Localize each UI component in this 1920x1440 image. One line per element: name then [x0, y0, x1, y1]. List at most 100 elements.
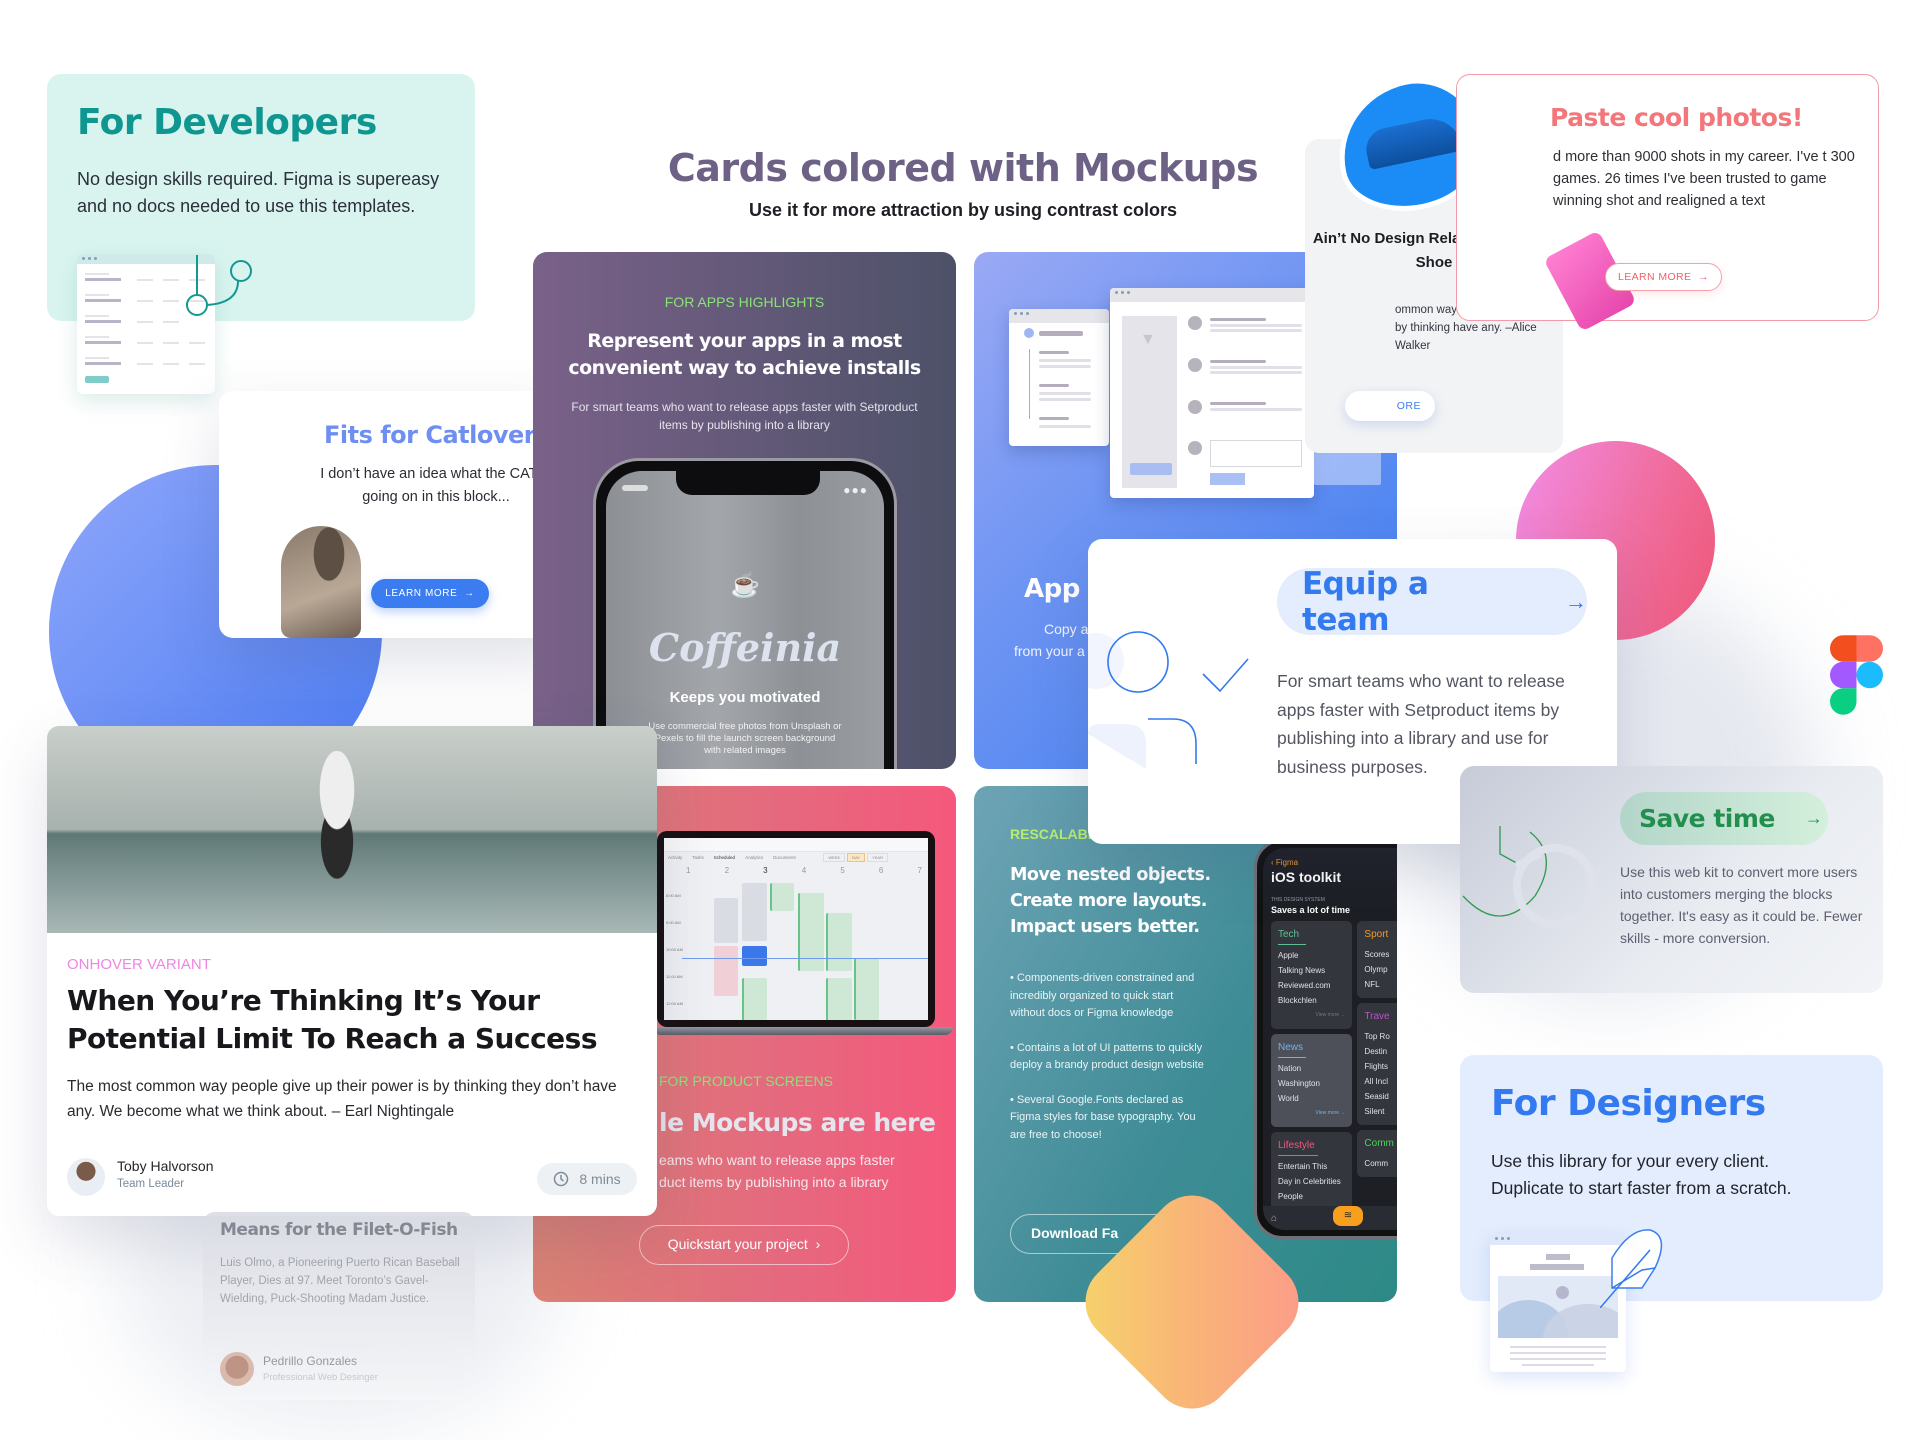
- calendar-event[interactable]: [714, 898, 738, 943]
- phone-notch: [676, 471, 820, 495]
- read-time-badge: 8 mins: [537, 1163, 637, 1195]
- page-title: Cards colored with Mockups: [667, 146, 1259, 190]
- tile-travel[interactable]: Trave Top Ro Destin Flights All Incl Seasid Si…: [1357, 1003, 1397, 1125]
- photos-learn-more-button[interactable]: LEARN MORE →: [1605, 263, 1722, 291]
- view-week[interactable]: WEEK: [823, 853, 846, 862]
- cat-photo: [281, 526, 361, 638]
- rescalable-heading: Move nested objects. Create more layouts…: [1010, 865, 1211, 937]
- apps-heading: Represent your apps in a most convenient…: [568, 330, 921, 379]
- author-name: Pedrillo Gonzales: [263, 1354, 358, 1368]
- phone-mockup: ●●● ☕ Coffeinia Keeps you motivated Use …: [593, 458, 897, 769]
- layers-icon[interactable]: ≋: [1333, 1206, 1363, 1226]
- article-description: The most common way people give up their…: [67, 1078, 617, 1120]
- view-more-link[interactable]: View more →: [1278, 1106, 1346, 1121]
- button-label: Download Fa: [1031, 1225, 1119, 1241]
- calendar-event[interactable]: [742, 978, 767, 1020]
- comment-input[interactable]: [1210, 440, 1302, 467]
- tile-lifestyle[interactable]: Lifestyle Entertain This Day in Celebriti…: [1271, 1132, 1353, 1210]
- designers-description-1: Use this library for your every client.: [1491, 1151, 1770, 1171]
- article-card[interactable]: ONHOVER VARIANT When You’re Thinking It’…: [47, 726, 657, 1216]
- calendar-event[interactable]: [714, 946, 738, 996]
- shoe-learn-more-button[interactable]: ORE: [1345, 391, 1435, 421]
- tile-tech[interactable]: Tech Apple Talking News Reviewed.com Blockc…: [1271, 921, 1353, 1029]
- product-description-1: eams who want to release apps faster: [659, 1152, 895, 1168]
- calendar-event[interactable]: [826, 978, 852, 1020]
- sneaker-icon: [1362, 113, 1464, 171]
- calendar-tabs: Activity Tasks Scheduled Analytics Docum…: [668, 855, 796, 860]
- bullet-item: • Components-driven constrained and incr…: [1010, 972, 1195, 1019]
- ios-kicker: THIS DESIGN SYSTEM: [1271, 897, 1325, 903]
- page-subtitle: Use it for more attraction by using cont…: [748, 200, 1178, 220]
- send-button[interactable]: [1210, 473, 1245, 485]
- arrow-right-icon: →: [1565, 588, 1587, 614]
- arrow-right-icon: →: [1691, 271, 1709, 283]
- tile-sport[interactable]: Sport Scores Olymp NFL: [1357, 921, 1397, 998]
- button-label: LEARN MORE: [385, 588, 458, 599]
- designers-title: For Designers: [1491, 1083, 1766, 1124]
- arrow-right-icon: →: [1804, 808, 1823, 828]
- arrow-right-icon: →: [460, 588, 475, 599]
- user-avatar-icon: [1188, 358, 1202, 372]
- calendar-days: 1234567: [686, 866, 922, 875]
- team-check-icon: [1088, 631, 1249, 769]
- calendar-event-selected[interactable]: [742, 946, 767, 966]
- author-avatar: [220, 1352, 254, 1386]
- save-description: Use this web kit to convert more users i…: [1620, 864, 1863, 946]
- view-more-link[interactable]: View more →: [1278, 1008, 1346, 1023]
- save-time-card: Save time → Use this web kit to convert …: [1460, 766, 1883, 993]
- author-avatar: [67, 1158, 105, 1196]
- read-time: 8 mins: [579, 1171, 621, 1187]
- apply-button[interactable]: [1130, 463, 1172, 475]
- product-description-2: duct items by publishing into a library: [659, 1174, 889, 1190]
- jumping-person: [297, 751, 377, 881]
- author-role: Professional Web Desinger: [263, 1372, 378, 1383]
- filter-panel: ▼: [1122, 316, 1177, 488]
- product-heading: le Mockups are here: [659, 1108, 936, 1137]
- home-icon[interactable]: ⌂: [1271, 1213, 1277, 1224]
- rescalable-bullets: • Components-driven constrained and incr…: [1010, 970, 1210, 1144]
- tab-analytics[interactable]: Analytics: [745, 855, 763, 860]
- bullet-item: • Contains a lot of UI patterns to quick…: [1010, 1041, 1204, 1072]
- author-role: Team Leader: [117, 1178, 185, 1190]
- calendar-event[interactable]: [742, 883, 767, 941]
- app-tagline: Keeps you motivated: [669, 689, 821, 706]
- view-day[interactable]: DAY: [847, 853, 866, 862]
- view-year[interactable]: YEAR: [867, 853, 888, 862]
- save-time-button[interactable]: Save time →: [1620, 792, 1828, 845]
- app-ui-description-2: from your a: [1014, 643, 1085, 659]
- catlovers-card: Fits for Catlovers I don’t have an idea …: [219, 391, 564, 638]
- comments-window: ▼: [1110, 288, 1314, 498]
- calendar-times: 8:00 AM 9:00 AM 10:00 AM 11:00 AM 12:00 AM: [666, 893, 683, 1006]
- equip-description: For smart teams who want to release apps…: [1277, 671, 1565, 777]
- app-name: Coffeinia: [648, 625, 842, 670]
- calendar-event[interactable]: [826, 913, 852, 971]
- connector-node-icon: [186, 255, 252, 316]
- tab-tasks[interactable]: Tasks: [692, 855, 704, 860]
- back-link[interactable]: ‹ Figma: [1271, 858, 1397, 867]
- equip-team-button[interactable]: Equip a team →: [1277, 566, 1587, 638]
- signal-icon: [622, 485, 648, 491]
- save-title: Save time: [1639, 804, 1775, 833]
- tile-news[interactable]: News Nation Washington World View more →: [1271, 1034, 1353, 1127]
- feather-pen-icon: [1600, 1229, 1663, 1308]
- developers-description: No design skills required. Figma is supe…: [77, 169, 440, 216]
- calendar-event[interactable]: [798, 893, 824, 971]
- quickstart-button[interactable]: Quickstart your project ›: [639, 1225, 849, 1265]
- ios-phone-mockup: ‹ Figma iOS toolkit THIS DESIGN SYSTEM S…: [1254, 839, 1397, 1239]
- product-eyebrow: FOR PRODUCT SCREENS: [659, 1073, 833, 1089]
- article-title[interactable]: When You’re Thinking It’s Your Potential…: [67, 982, 647, 1058]
- current-time-line: [682, 958, 928, 959]
- tab-documents[interactable]: Documents: [773, 855, 796, 860]
- filet-title: Means for the Filet-O-Fish: [220, 1220, 458, 1240]
- clock-icon: [554, 1171, 569, 1187]
- coffee-cup-icon: ☕: [730, 572, 760, 599]
- user-avatar-icon: [1188, 441, 1202, 455]
- filet-description: Luis Olmo, a Pioneering Puerto Rican Bas…: [220, 1257, 460, 1305]
- calendar-event[interactable]: [854, 958, 879, 1020]
- tile-comm[interactable]: Comm Comm: [1357, 1130, 1397, 1177]
- tab-activity[interactable]: Activity: [668, 855, 682, 860]
- tab-scheduled[interactable]: Scheduled: [714, 855, 735, 860]
- catlovers-learn-more-button[interactable]: LEARN MORE →: [371, 579, 489, 608]
- calendar-event[interactable]: [770, 883, 794, 911]
- battery-dots-icon: ●●●: [843, 483, 868, 497]
